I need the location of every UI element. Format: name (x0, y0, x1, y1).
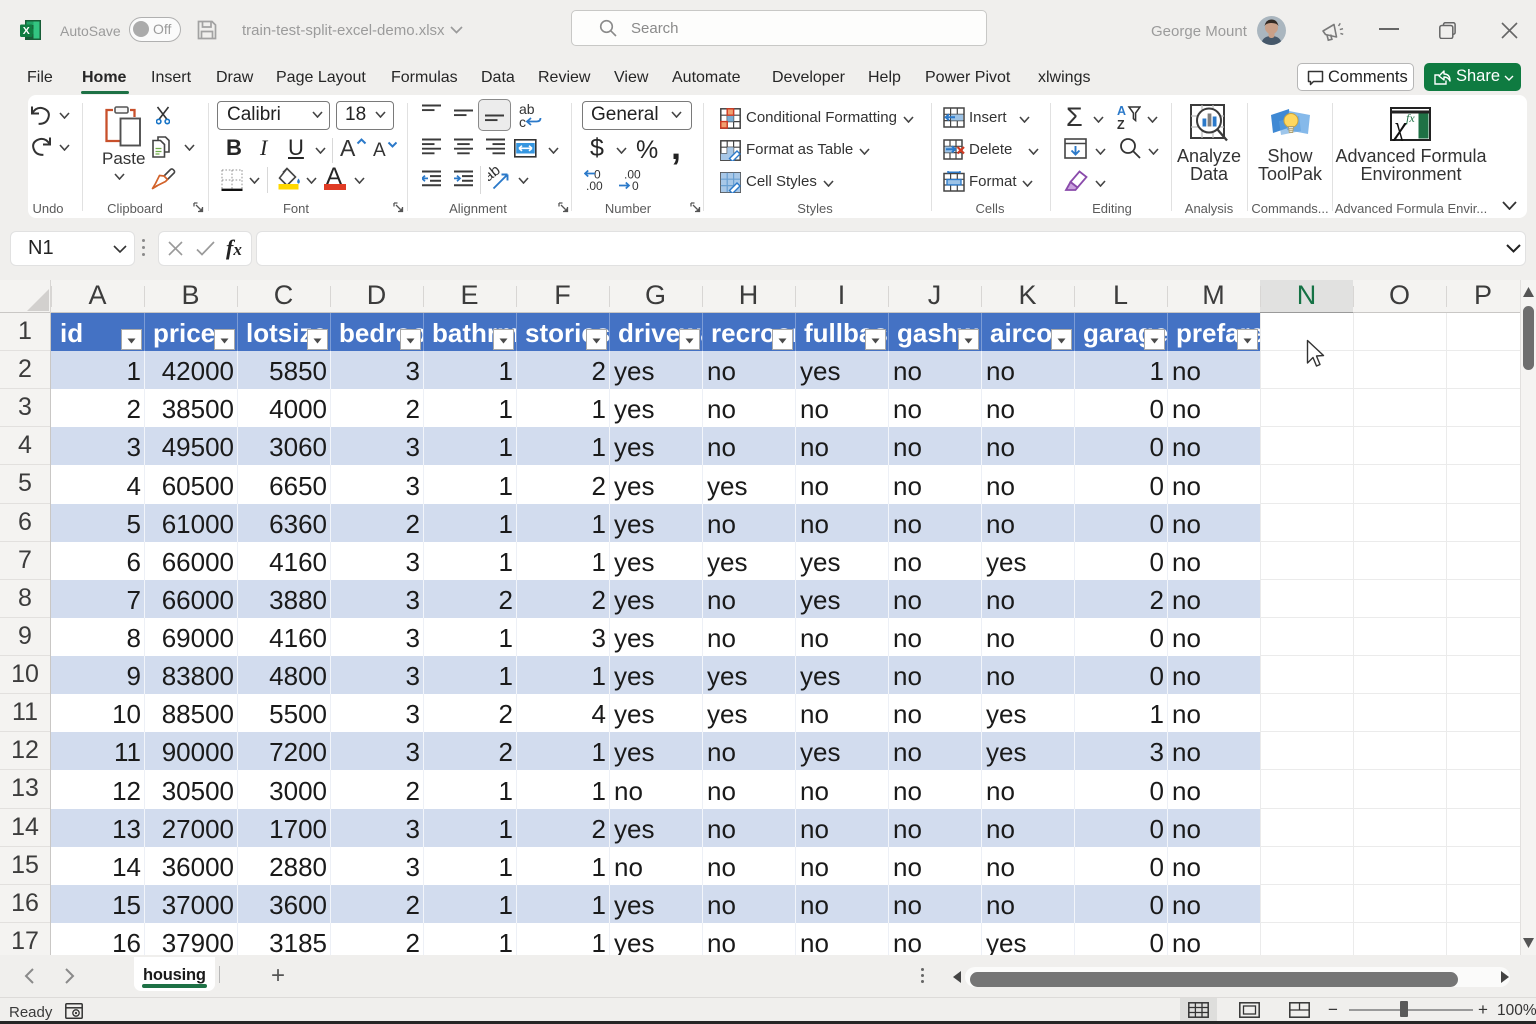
svg-text:A: A (340, 136, 356, 159)
svg-text:c: c (519, 114, 526, 130)
svg-text:Z: Z (1117, 118, 1125, 130)
svg-text:0: 0 (632, 179, 639, 192)
svg-text:A: A (373, 140, 386, 159)
svg-text:χ: χ (1391, 112, 1407, 141)
svg-text:fx: fx (1406, 111, 1415, 125)
svg-text:A: A (1117, 105, 1126, 118)
svg-text:X: X (23, 25, 30, 37)
svg-text:.00: .00 (586, 179, 603, 192)
svg-text:ab: ab (488, 167, 504, 185)
